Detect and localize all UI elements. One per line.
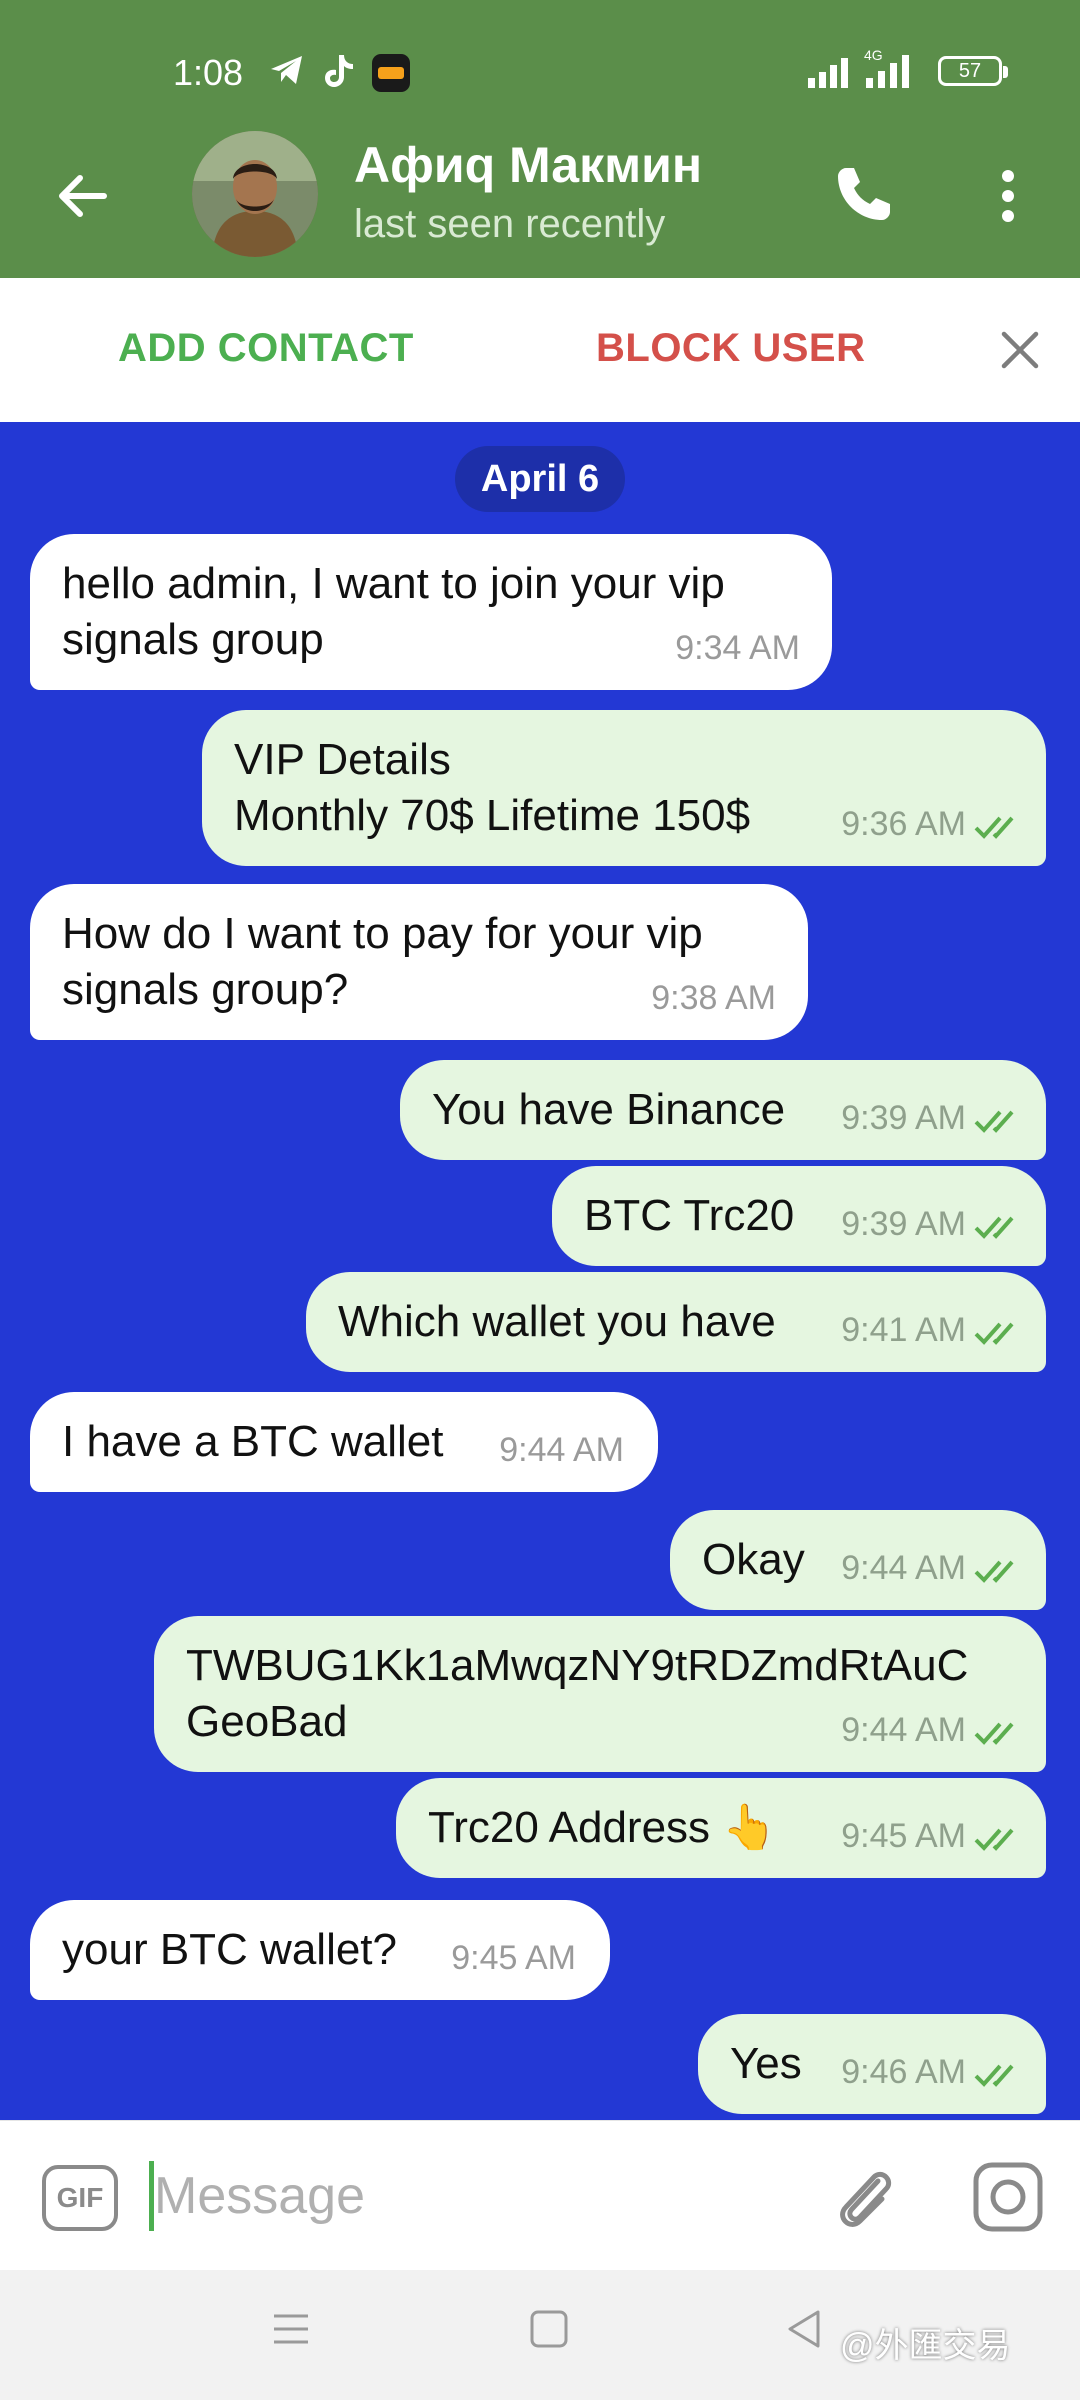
double-check-icon: [974, 816, 1014, 839]
tiktok-icon: [325, 55, 353, 87]
double-check-icon: [974, 1560, 1014, 1583]
attach-icon[interactable]: [832, 2163, 898, 2233]
message-input[interactable]: [154, 2151, 794, 2241]
back-nav-icon[interactable]: [784, 2308, 826, 2350]
avatar-photo: [192, 131, 318, 257]
message-meta: 9:44 AM: [841, 1702, 1026, 1758]
message-text: VIP Details: [234, 735, 451, 784]
contact-status: last seen recently: [354, 202, 666, 246]
recent-apps-icon[interactable]: [270, 2308, 312, 2350]
double-check-icon: [974, 1110, 1014, 1133]
block-user-button[interactable]: BLOCK USER: [596, 326, 865, 371]
message-meta: 9:46 AM: [841, 2044, 1026, 2100]
telegram-icon: [271, 56, 302, 84]
message-meta: 9:41 AM: [841, 1302, 1026, 1358]
message-incoming[interactable]: I have a BTC wallet 9:44 AM: [30, 1392, 658, 1492]
chat-header: 1:08 4G 57 Афиq Макмин last seen recentl…: [0, 0, 1080, 278]
double-check-icon: [974, 1722, 1014, 1745]
message-text: TWBUG1Kk1aMwqzNY9tRDZmdRtAuC: [186, 1641, 969, 1690]
message-meta: 9:39 AM: [841, 1196, 1026, 1252]
message-time: 9:39 AM: [841, 1099, 966, 1137]
contact-action-bar: ADD CONTACT BLOCK USER: [0, 278, 1080, 422]
message-text: How do I want to pay for your vip: [62, 909, 703, 958]
message-time: 9:41 AM: [841, 1311, 966, 1349]
add-contact-button[interactable]: ADD CONTACT: [118, 326, 414, 371]
home-icon[interactable]: [528, 2308, 570, 2350]
chat-message-list[interactable]: April 6 hello admin, I want to join your…: [0, 422, 1080, 2120]
message-time: 9:34 AM: [675, 629, 800, 667]
message-outgoing[interactable]: VIP Details Monthly 70$ Lifetime 150$ 9:…: [202, 710, 1046, 866]
double-check-icon: [974, 1828, 1014, 1851]
message-time: 9:45 AM: [841, 1817, 966, 1855]
contact-avatar[interactable]: [192, 131, 318, 257]
watermark: @外匯交易: [840, 2327, 1011, 2365]
message-meta: 9:44 AM: [841, 1540, 1026, 1596]
back-arrow-icon[interactable]: [52, 166, 112, 226]
message-incoming[interactable]: How do I want to pay for your vip signal…: [30, 884, 808, 1040]
status-time: 1:08: [173, 52, 244, 93]
message-time: 9:44 AM: [841, 1549, 966, 1587]
message-time: 9:45 AM: [451, 1939, 576, 1977]
double-check-icon: [974, 1216, 1014, 1239]
message-time: 9:46 AM: [841, 2053, 966, 2091]
contact-name[interactable]: Афиq Макмин: [354, 136, 702, 194]
signal-4g-icon: 4G: [864, 47, 909, 88]
message-outgoing[interactable]: TWBUG1Kk1aMwqzNY9tRDZmdRtAuC GeoBad 9:44…: [154, 1616, 1046, 1772]
message-incoming[interactable]: your BTC wallet? 9:45 AM: [30, 1900, 610, 2000]
camera-icon[interactable]: [972, 2161, 1044, 2233]
message-text: hello admin, I want to join your vip: [62, 559, 725, 608]
app-notification-icon: [372, 54, 410, 92]
message-composer: GIF: [0, 2120, 1080, 2270]
double-check-icon: [974, 2064, 1014, 2087]
message-meta: 9:36 AM: [841, 796, 1026, 852]
date-separator: April 6: [455, 446, 625, 512]
message-outgoing[interactable]: Yes 9:46 AM: [698, 2014, 1046, 2114]
double-check-icon: [974, 1322, 1014, 1345]
message-meta: 9:39 AM: [841, 1090, 1026, 1146]
message-time: 9:39 AM: [841, 1205, 966, 1243]
battery-icon: 57: [938, 56, 1008, 86]
message-outgoing[interactable]: BTC Trc20 9:39 AM: [552, 1166, 1046, 1266]
message-outgoing[interactable]: Which wallet you have 9:41 AM: [306, 1272, 1046, 1372]
message-incoming[interactable]: hello admin, I want to join your vip sig…: [30, 534, 832, 690]
message-meta: 9:45 AM: [841, 1808, 1026, 1864]
message-time: 9:44 AM: [499, 1431, 624, 1469]
gif-button[interactable]: GIF: [42, 2165, 118, 2231]
message-outgoing[interactable]: Trc20 Address 👆 9:45 AM: [396, 1778, 1046, 1878]
close-icon[interactable]: [996, 326, 1044, 374]
svg-text:4G: 4G: [864, 47, 883, 63]
message-time: 9:36 AM: [841, 805, 966, 843]
message-outgoing[interactable]: Okay 9:44 AM: [670, 1510, 1046, 1610]
more-vert-icon[interactable]: [990, 166, 1026, 226]
message-time: 9:44 AM: [841, 1711, 966, 1749]
status-bar: 1:08 4G 57: [0, 40, 1080, 100]
signal-icon: [808, 58, 848, 88]
message-outgoing[interactable]: You have Binance 9:39 AM: [400, 1060, 1046, 1160]
message-time: 9:38 AM: [651, 979, 776, 1017]
phone-icon[interactable]: [832, 162, 896, 226]
